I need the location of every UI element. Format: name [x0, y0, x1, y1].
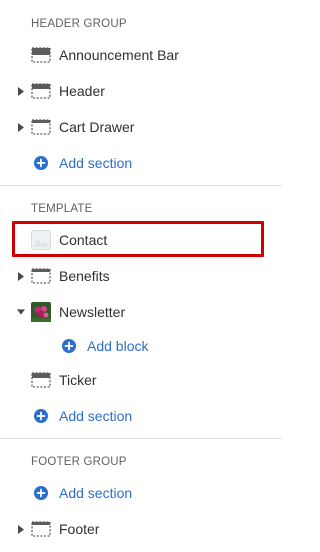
- plus-circle-icon: [59, 338, 79, 354]
- add-block-button[interactable]: Add block: [0, 332, 282, 360]
- section-dashed-icon: [31, 521, 51, 537]
- section-item-cart-drawer[interactable]: Cart Drawer: [0, 113, 282, 141]
- template-group-title: TEMPLATE: [31, 203, 93, 215]
- plus-circle-icon: [31, 485, 51, 501]
- section-item-footer[interactable]: Footer: [0, 515, 282, 543]
- selected-highlight-box: [12, 221, 264, 257]
- section-item-label: Newsletter: [59, 304, 126, 320]
- section-header-icon: [31, 372, 51, 388]
- section-item-label: Benefits: [59, 268, 110, 284]
- chevron-right-icon[interactable]: [17, 86, 25, 96]
- plus-circle-icon: [31, 155, 51, 171]
- template-add-section-button[interactable]: Add section: [0, 402, 282, 430]
- section-item-label: Announcement Bar: [59, 47, 179, 63]
- section-item-label: Header: [59, 83, 105, 99]
- section-item-newsletter[interactable]: Newsletter: [0, 298, 282, 326]
- section-item-label: Ticker: [59, 372, 97, 388]
- photo-thumbnail-icon: [31, 302, 51, 322]
- chevron-right-icon[interactable]: [17, 122, 25, 132]
- section-item-ticker[interactable]: Ticker: [0, 366, 282, 394]
- section-item-announcement-bar[interactable]: Announcement Bar: [0, 41, 282, 69]
- section-item-label: Footer: [59, 521, 100, 537]
- add-section-label: Add section: [59, 155, 133, 171]
- plus-circle-icon: [31, 408, 51, 424]
- add-block-label: Add block: [87, 338, 149, 354]
- add-section-label: Add section: [59, 485, 133, 501]
- group-divider: [0, 438, 282, 439]
- footer-add-section-button[interactable]: Add section: [0, 479, 282, 507]
- chevron-right-icon[interactable]: [17, 524, 25, 534]
- chevron-right-icon[interactable]: [17, 271, 25, 281]
- header-add-section-button[interactable]: Add section: [0, 149, 282, 177]
- section-dashed-icon: [31, 268, 51, 284]
- footer-group-title: FOOTER GROUP: [31, 456, 127, 468]
- add-section-label: Add section: [59, 408, 133, 424]
- section-item-benefits[interactable]: Benefits: [0, 262, 282, 290]
- section-full-icon: [31, 47, 51, 63]
- group-divider: [0, 185, 282, 186]
- section-dashed-icon: [31, 119, 51, 135]
- chevron-down-icon[interactable]: [17, 307, 25, 317]
- section-item-label: Cart Drawer: [59, 119, 135, 135]
- section-item-header[interactable]: Header: [0, 77, 282, 105]
- section-header-icon: [31, 83, 51, 99]
- header-group-title: HEADER GROUP: [31, 18, 127, 30]
